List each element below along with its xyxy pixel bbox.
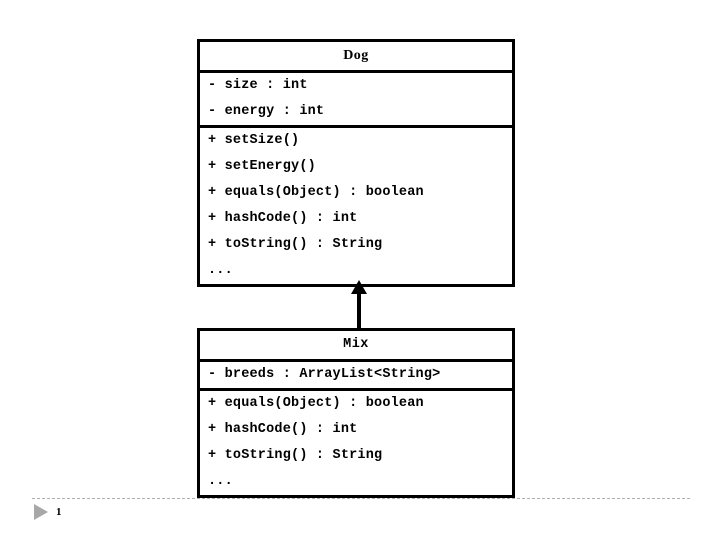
generalization-shaft xyxy=(357,292,361,328)
uml-class-dog-operations: + setSize() + setEnergy() + equals(Objec… xyxy=(200,128,512,284)
uml-operation-row: + toString() : String xyxy=(208,447,383,463)
uml-operation-row: + equals(Object) : boolean xyxy=(208,185,424,200)
uml-class-mix-attributes: - breeds : ArrayList<String> xyxy=(200,362,512,391)
uml-operation-row: + equals(Object) : boolean xyxy=(208,395,424,411)
generalization-arrow-mix-to-dog xyxy=(351,280,367,328)
page-number: 1 xyxy=(56,506,62,518)
uml-operation-row: ... xyxy=(208,473,233,489)
uml-operation-row: + setEnergy() xyxy=(208,159,316,174)
slide-canvas: Dog - size : int - energy : int + setSiz… xyxy=(0,0,720,540)
uml-attribute-row: - energy : int xyxy=(208,104,325,119)
inheritance-arrow-icon xyxy=(351,280,367,294)
uml-class-mix-operations: + equals(Object) : boolean + hashCode() … xyxy=(200,391,512,495)
uml-attribute-row: - breeds : ArrayList<String> xyxy=(208,366,441,382)
play-triangle-icon xyxy=(34,504,48,520)
uml-operation-row: + toString() : String xyxy=(208,237,383,252)
footer-divider xyxy=(32,498,690,499)
uml-class-dog[interactable]: Dog - size : int - energy : int + setSiz… xyxy=(197,39,515,287)
uml-operation-row: + hashCode() : int xyxy=(208,421,358,437)
uml-operation-row: + hashCode() : int xyxy=(208,211,358,226)
uml-attribute-row: - size : int xyxy=(208,78,308,93)
uml-operation-row: + setSize() xyxy=(208,133,300,148)
uml-class-mix-title: Mix xyxy=(200,331,512,362)
uml-class-dog-title: Dog xyxy=(200,42,512,73)
uml-class-mix[interactable]: Mix - breeds : ArrayList<String> + equal… xyxy=(197,328,515,498)
uml-class-dog-attributes: - size : int - energy : int xyxy=(200,73,512,128)
